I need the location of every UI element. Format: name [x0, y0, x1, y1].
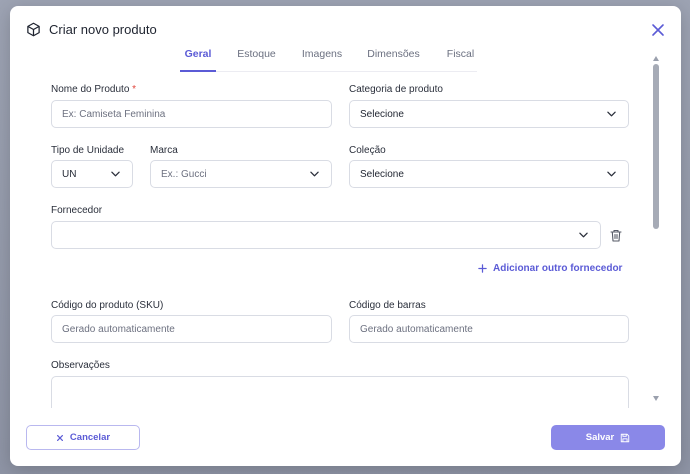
barcode-label: Código de barras	[349, 300, 426, 311]
tab-bar: Geral Estoque Imagens Dimensões Fiscal	[180, 46, 477, 72]
tab-fiscal[interactable]: Fiscal	[444, 46, 477, 72]
modal-footer: Cancelar Salvar	[10, 412, 681, 466]
barcode-placeholder: Gerado automaticamente	[360, 323, 473, 335]
cube-icon	[27, 22, 40, 37]
tab-dimensoes[interactable]: Dimensões	[365, 46, 422, 72]
add-supplier-label: Adicionar outro fornecedor	[493, 263, 623, 274]
category-value: Selecione	[360, 108, 404, 120]
trash-icon[interactable]	[610, 229, 622, 242]
plus-icon	[478, 264, 487, 273]
save-button[interactable]: Salvar	[551, 425, 665, 450]
sku-input[interactable]: Gerado automaticamente	[51, 315, 332, 343]
close-icon[interactable]	[650, 22, 666, 38]
brand-placeholder: Ex.: Gucci	[161, 168, 207, 180]
brand-label: Marca	[150, 145, 178, 156]
create-product-modal: Criar novo produto Geral Estoque Imagens…	[10, 6, 681, 466]
collection-value: Selecione	[360, 168, 404, 180]
chevron-down-icon	[111, 171, 120, 177]
form-body: Nome do Produto * Ex: Camiseta Feminina …	[10, 72, 651, 408]
cancel-label: Cancelar	[69, 432, 111, 443]
modal-title: Criar novo produto	[49, 22, 157, 37]
scroll-down-icon[interactable]	[653, 396, 659, 401]
supplier-select[interactable]	[51, 221, 601, 249]
chevron-down-icon	[579, 232, 588, 238]
floppy-disk-icon	[621, 433, 630, 442]
brand-select[interactable]: Ex.: Gucci	[150, 160, 332, 188]
cancel-button[interactable]: Cancelar	[26, 425, 140, 450]
unit-type-value: UN	[62, 168, 77, 180]
unit-type-select[interactable]: UN	[51, 160, 133, 188]
required-mark: *	[132, 84, 137, 95]
scroll-up-icon[interactable]	[653, 56, 659, 61]
save-label: Salvar	[585, 432, 615, 443]
notes-textarea[interactable]	[51, 376, 629, 408]
category-select[interactable]: Selecione	[349, 100, 629, 128]
modal-header: Criar novo produto Geral Estoque Imagens…	[10, 6, 681, 72]
tab-geral[interactable]: Geral	[180, 46, 216, 72]
product-name-placeholder: Ex: Camiseta Feminina	[62, 108, 166, 120]
modal-title-wrap: Criar novo produto	[26, 22, 157, 37]
close-icon	[56, 434, 63, 441]
collection-label: Coleção	[349, 145, 386, 156]
chevron-down-icon	[607, 171, 616, 177]
tab-imagens[interactable]: Imagens	[299, 46, 345, 72]
barcode-input[interactable]: Gerado automaticamente	[349, 315, 629, 343]
add-supplier-link[interactable]: Adicionar outro fornecedor	[478, 263, 622, 274]
sku-label: Código do produto (SKU)	[51, 300, 164, 311]
sku-placeholder: Gerado automaticamente	[62, 323, 175, 335]
product-name-label-text: Nome do Produto	[51, 84, 130, 95]
scrollbar-thumb[interactable]	[653, 64, 659, 229]
product-name-label: Nome do Produto *	[51, 84, 136, 95]
category-label: Categoria de produto	[349, 84, 443, 95]
unit-type-label: Tipo de Unidade	[51, 145, 125, 156]
supplier-label: Fornecedor	[51, 205, 103, 216]
chevron-down-icon	[607, 111, 616, 117]
tab-estoque[interactable]: Estoque	[234, 46, 279, 72]
scrollbar[interactable]	[652, 56, 660, 406]
product-name-input[interactable]: Ex: Camiseta Feminina	[51, 100, 332, 128]
chevron-down-icon	[310, 171, 319, 177]
notes-label: Observações	[51, 360, 110, 371]
collection-select[interactable]: Selecione	[349, 160, 629, 188]
